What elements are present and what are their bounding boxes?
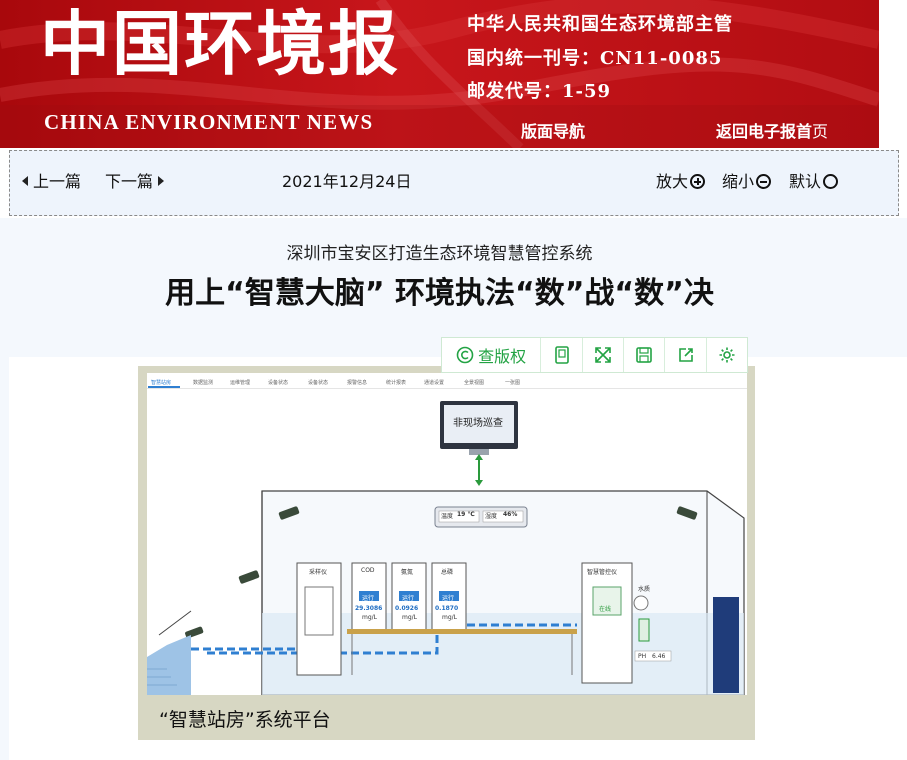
- flow-value: 6.46: [652, 653, 666, 660]
- control-status: 在线: [599, 606, 612, 613]
- diagram-tab-5[interactable]: 报警信息: [347, 379, 367, 386]
- cabinet-title-cod: COD: [361, 567, 375, 574]
- diagram-tab-8[interactable]: 全景视图: [464, 379, 484, 386]
- previous-article-link[interactable]: 上一篇: [22, 168, 81, 192]
- zoom-out-button[interactable]: 缩小: [722, 168, 772, 192]
- diagram-tab-6[interactable]: 统计报表: [386, 379, 406, 386]
- phosphorus-value: 0.1870: [435, 605, 459, 612]
- cod-unit: mg/L: [362, 614, 378, 621]
- layout-navigation-link[interactable]: 版面导航: [521, 118, 585, 142]
- monitor-label: 非现场巡查: [453, 418, 503, 429]
- publisher-info: 中华人民共和国生态环境部主管: [467, 14, 733, 35]
- diagram-tab-2[interactable]: 运维管理: [230, 379, 250, 386]
- control-cabinet-title: 智慧管控仪: [587, 569, 618, 576]
- minus-circle-icon: [756, 174, 772, 189]
- phone-view-button[interactable]: [541, 338, 583, 372]
- station-door: [713, 597, 739, 693]
- flow-label: PH: [638, 653, 647, 660]
- diagram-tab-indicator: [148, 386, 180, 388]
- zoom-in-button[interactable]: 放大: [656, 168, 706, 192]
- temperature-label: 温度: [441, 513, 454, 520]
- smart-control-cabinet: [581, 562, 633, 684]
- save-image-button[interactable]: [624, 338, 666, 372]
- diagram-tab-4[interactable]: 设备状态: [308, 379, 328, 386]
- back-to-home-link[interactable]: 返回电子报首页: [716, 118, 828, 142]
- water-tank: [147, 635, 191, 695]
- temperature-value: 19 ℃: [457, 511, 475, 518]
- figure-image[interactable]: [147, 373, 747, 695]
- phosphorus-unit: mg/L: [442, 614, 458, 621]
- fullscreen-button[interactable]: [583, 338, 625, 372]
- phone-icon: [554, 346, 569, 364]
- diagram-tab-divider: [147, 388, 747, 389]
- back-to-home-label: 返回电子报首: [716, 122, 813, 141]
- zoom-default-button[interactable]: 默认: [789, 168, 839, 192]
- diagram-tab-0[interactable]: 智慧站房: [151, 379, 171, 386]
- water-label: 水质: [638, 586, 651, 593]
- copyright-check-button[interactable]: 查版权: [442, 338, 542, 372]
- copyright-icon: [456, 346, 474, 364]
- next-article-label: 下一篇: [105, 172, 154, 191]
- caret-right-icon: [158, 176, 165, 186]
- humidity-value: 46%: [503, 511, 518, 518]
- image-toolbar: 查版权: [441, 337, 748, 373]
- issn-info: 国内统一刊号：CN11-0085: [467, 48, 723, 69]
- sampler-cabinet: [296, 562, 342, 676]
- ammonia-value: 0.0926: [395, 605, 419, 612]
- expand-icon: [595, 347, 611, 363]
- cabinet-title-ammonia: 氨氮: [401, 569, 414, 576]
- article-subtitle: 深圳市宝安区打造生态环境智慧管控系统: [286, 244, 593, 264]
- cabinet-title-sampler: 采样仪: [309, 569, 328, 576]
- zoom-in-label: 放大: [656, 172, 689, 191]
- gauge-icon: [633, 595, 649, 611]
- circle-icon: [823, 174, 839, 189]
- article-headline: 用上“智慧大脑” 环境执法“数”战“数”决: [165, 276, 714, 311]
- phosphorus-status: 运行: [442, 595, 455, 602]
- caret-left-icon: [22, 176, 28, 186]
- cabinet-title-phosphorus: 总磷: [441, 569, 454, 576]
- masthead: 中国环境报 CHINA ENVIRONMENT NEWS 中华人民共和国生态环境…: [0, 0, 879, 148]
- article-toolbar: 上一篇 下一篇 2021年12月24日 放大 缩小 默认: [9, 150, 899, 216]
- diagram-tab-7[interactable]: 通道设置: [424, 379, 444, 386]
- next-article-link[interactable]: 下一篇: [105, 168, 165, 192]
- smart-station-diagram: [147, 401, 745, 695]
- cod-status: 运行: [362, 595, 375, 602]
- previous-article-label: 上一篇: [33, 172, 82, 191]
- image-settings-button[interactable]: [707, 338, 747, 372]
- ammonia-unit: mg/L: [402, 614, 418, 621]
- paper-name-english: CHINA ENVIRONMENT NEWS: [44, 110, 374, 134]
- figure-caption: “智慧站房”系统平台: [159, 709, 331, 731]
- arrow-down-icon: [475, 480, 483, 486]
- paper-name: 中国环境报: [40, 2, 400, 85]
- share-image-button[interactable]: [665, 338, 707, 372]
- postal-code-info: 邮发代号：1-59: [467, 81, 612, 102]
- diagram-tab-3[interactable]: 设备状态: [268, 379, 288, 386]
- issue-date: 2021年12月24日: [282, 172, 412, 191]
- ammonia-status: 运行: [402, 595, 415, 602]
- diagram-tab-9[interactable]: 一张图: [505, 379, 520, 386]
- share-icon: [678, 348, 693, 362]
- copyright-check-label: 查版权: [478, 347, 527, 366]
- humidity-label: 湿度: [485, 513, 498, 520]
- zoom-out-label: 缩小: [722, 172, 755, 191]
- lab-bench: [347, 629, 577, 634]
- settings-icon: [719, 347, 735, 363]
- back-to-home-label-tail: 页: [812, 122, 829, 141]
- save-icon: [636, 347, 652, 363]
- diagram-tab-1[interactable]: 数据监测: [193, 379, 213, 386]
- cod-value: 29.3086: [355, 605, 383, 612]
- zoom-default-label: 默认: [789, 172, 822, 191]
- plus-circle-icon: [690, 174, 706, 189]
